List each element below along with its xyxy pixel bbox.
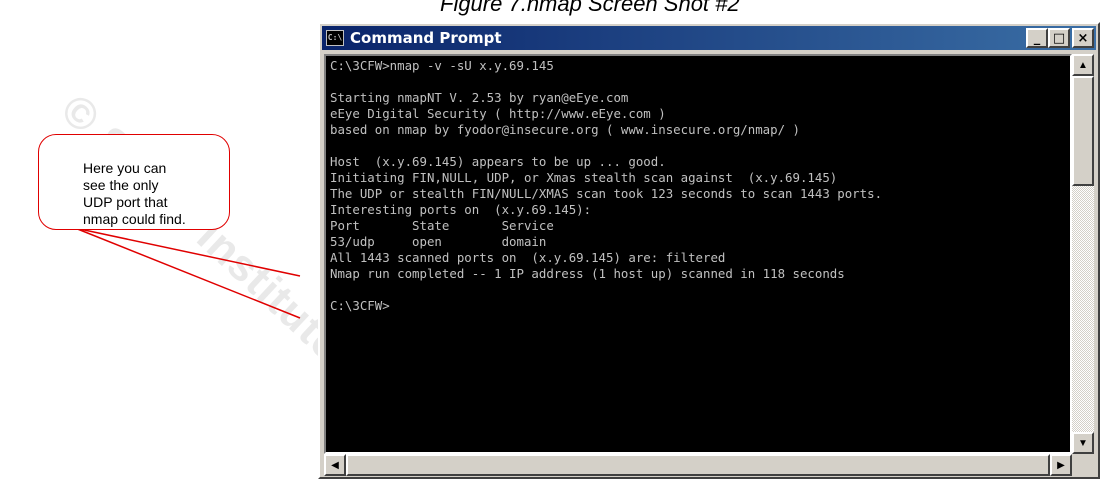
maximize-button[interactable]: □ [1048,28,1070,48]
console-line: Interesting ports on (x.y.69.145): [330,202,592,217]
console-line: Starting nmapNT V. 2.53 by ryan@eEye.com [330,90,629,105]
scroll-left-icon[interactable]: ◀ [324,454,346,476]
console-line: C:\3CFW>nmap -v -sU x.y.69.145 [330,58,554,73]
console-line: Port State Service [330,218,554,233]
window-controls: _ □ × [1026,28,1094,48]
console-line: The UDP or stealth FIN/NULL/XMAS scan to… [330,186,883,201]
console-line: All 1443 scanned ports on (x.y.69.145) a… [330,250,726,265]
callout-text: Here you can see the only UDP port that … [83,160,186,227]
vertical-scroll-thumb[interactable] [1072,76,1094,186]
callout-box: Here you can see the only UDP port that … [38,134,230,230]
console-line: C:\3CFW> [330,298,390,313]
vertical-scrollbar[interactable]: ▲ ▼ [1072,54,1094,454]
cmd-icon[interactable]: C:\ [326,30,344,46]
console-line: Initiating FIN,NULL, UDP, or Xmas stealt… [330,170,838,185]
console-text: C:\3CFW>nmap -v -sU x.y.69.145 Starting n… [326,56,1070,316]
scroll-up-icon[interactable]: ▲ [1072,54,1094,76]
figure-title: Figure 7.nmap Screen Shot #2 [440,0,740,16]
console-line: 53/udp open domain [330,234,547,249]
console-output[interactable]: C:\3CFW>nmap -v -sU x.y.69.145 Starting n… [324,54,1072,454]
horizontal-scroll-thumb[interactable] [346,454,1050,476]
title-bar[interactable]: C:\ Command Prompt _ □ × [322,26,1096,50]
close-button[interactable]: × [1072,28,1094,48]
scroll-down-icon[interactable]: ▼ [1072,432,1094,454]
console-line: Nmap run completed -- 1 IP address (1 ho… [330,266,845,281]
minimize-button[interactable]: _ [1026,28,1048,48]
window-title: Command Prompt [350,29,502,47]
command-prompt-window: C:\ Command Prompt _ □ × C:\3CFW>nmap -v… [318,22,1100,479]
console-line: Host (x.y.69.145) appears to be up ... g… [330,154,666,169]
console-line: based on nmap by fyodor@insecure.org ( w… [330,122,800,137]
resize-grip[interactable] [1072,454,1094,476]
scroll-right-icon[interactable]: ▶ [1050,454,1072,476]
horizontal-scrollbar[interactable]: ◀ ▶ [324,454,1072,476]
console-line: eEye Digital Security ( http://www.eEye.… [330,106,666,121]
